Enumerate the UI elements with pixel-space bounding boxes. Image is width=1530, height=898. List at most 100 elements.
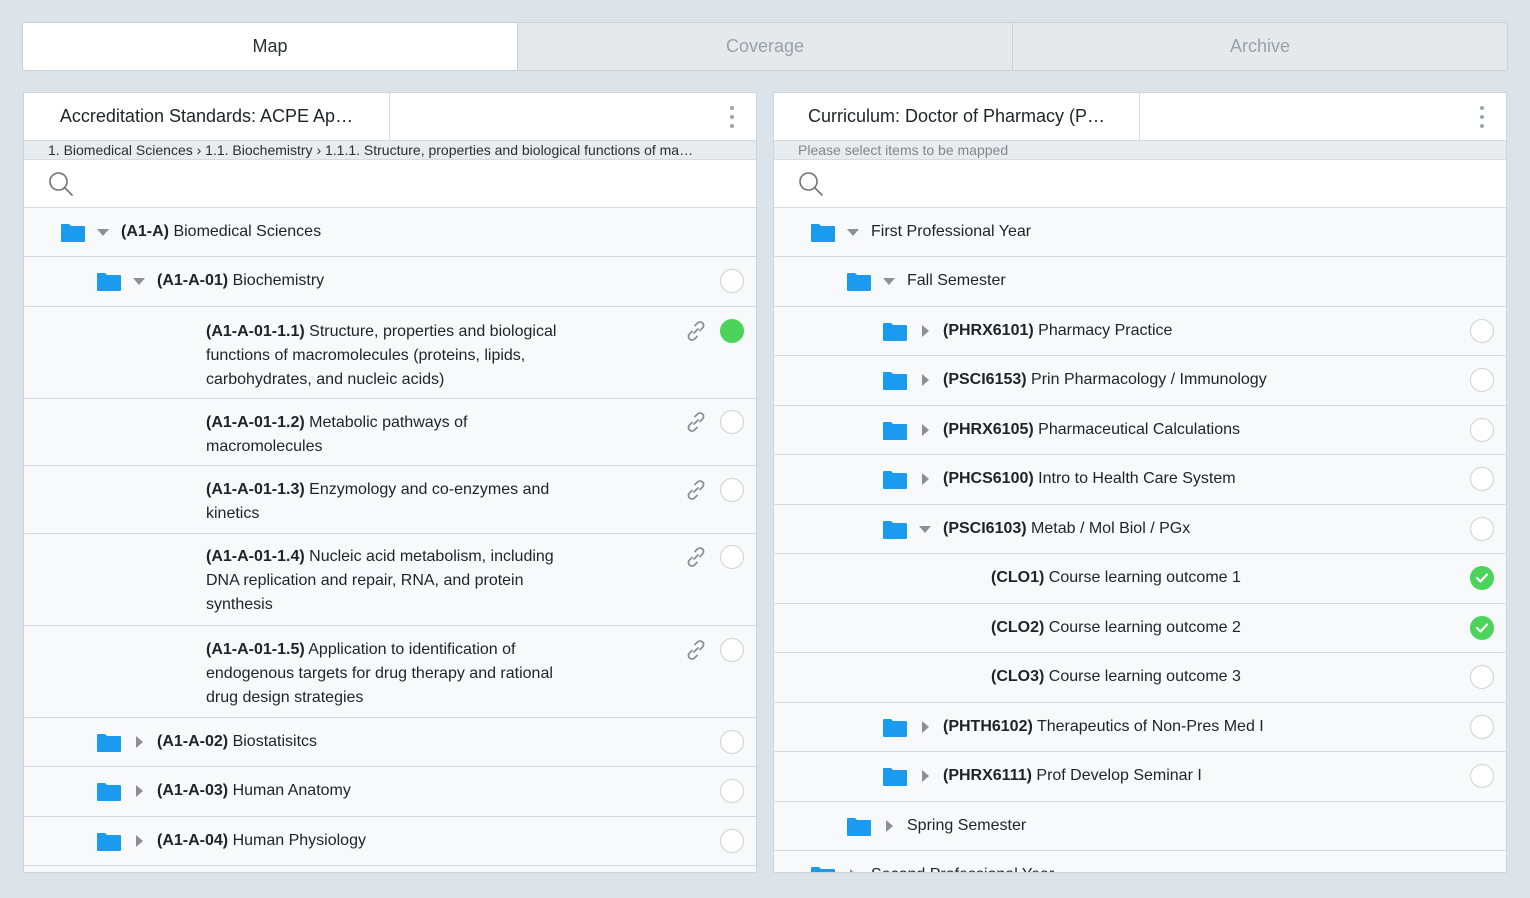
tree-row[interactable]: (PHCS6100) Intro to Health Care System [774,455,1506,505]
tree-row[interactable]: (PSCI6103) Metab / Mol Biol / PGx [774,505,1506,554]
tree-row-label: (A1-A-01) Biochemistry [157,272,325,289]
curriculum-search-input[interactable] [834,163,1506,204]
tree-row[interactable]: (A1-A-01-1.5) Application to identificat… [24,626,756,718]
collapse-caret-icon[interactable] [918,522,932,536]
folder-icon [97,833,121,851]
tree-row[interactable]: (A1-A-01) Biochemistry [24,257,756,307]
curriculum-hint: Please select items to be mapped [774,141,1506,160]
select-circle[interactable] [1470,665,1494,689]
tab-archive[interactable]: Archive [1013,23,1507,70]
select-circle[interactable] [1470,467,1494,491]
tree-row-label: (A1-A) Biomedical Sciences [121,223,322,240]
folder-icon [883,521,907,539]
standards-menu-kebab-icon[interactable] [708,93,756,140]
expand-caret-icon[interactable] [918,373,932,387]
curriculum-panel: Curriculum: Doctor of Pharmacy (P… Pleas… [773,92,1507,873]
folder-icon [847,818,871,836]
tree-row[interactable]: (A1-A-01-1.1) Structure, properties and … [24,307,756,399]
expand-caret-icon[interactable] [918,324,932,338]
expand-caret-icon[interactable] [132,834,146,848]
collapse-caret-icon[interactable] [882,274,896,288]
tree-row-partial [24,866,756,872]
tree-row[interactable]: Fall Semester [774,257,1506,307]
view-tabs: Map Coverage Archive [22,22,1508,71]
folder-icon [883,768,907,786]
tree-row[interactable]: (A1-A-03) Human Anatomy [24,767,756,817]
select-circle[interactable] [1470,368,1494,392]
tree-row[interactable]: (CLO3) Course learning outcome 3 [774,653,1506,703]
tree-row[interactable]: (A1-A-04) Human Physiology [24,817,756,866]
expand-caret-icon[interactable] [846,868,860,872]
tree-row-label: (A1-A-02) Biostatisitcs [157,733,318,750]
tree-row[interactable]: First Professional Year [774,208,1506,257]
folder-icon [883,719,907,737]
select-circle-selected[interactable] [720,319,744,343]
expand-caret-icon[interactable] [918,423,932,437]
folder-icon [97,273,121,291]
link-icon[interactable] [684,478,708,502]
select-circle[interactable] [1470,319,1494,343]
select-circle[interactable] [720,779,744,803]
curriculum-panel-header: Curriculum: Doctor of Pharmacy (P… [774,93,1506,141]
standards-panel-header: Accreditation Standards: ACPE Ap… [24,93,756,141]
expand-caret-icon[interactable] [918,769,932,783]
tree-row-label: Second Professional Year [871,863,1054,872]
tree-row[interactable]: (PHRX6111) Prof Develop Seminar I [774,752,1506,802]
select-circle[interactable] [1470,715,1494,739]
link-icon[interactable] [684,638,708,662]
link-icon[interactable] [684,545,708,569]
tree-row[interactable]: (PHTH6102) Therapeutics of Non-Pres Med … [774,703,1506,752]
select-circle[interactable] [720,730,744,754]
collapse-caret-icon[interactable] [96,225,110,239]
select-circle[interactable] [1470,517,1494,541]
link-icon[interactable] [684,410,708,434]
folder-icon [61,224,85,242]
tree-row-label: (A1-A-01-1.4) Nucleic acid metabolism, i… [206,548,554,613]
tree-row-label: Spring Semester [907,817,1027,834]
tree-row[interactable]: (A1-A-01-1.2) Metabolic pathways of macro… [24,399,756,466]
select-circle[interactable] [720,410,744,434]
collapse-caret-icon[interactable] [846,225,860,239]
tree-row-label: (A1-A-01-1.1) Structure, properties and … [206,323,557,388]
tree-row-label: (CLO3) Course learning outcome 3 [991,668,1241,685]
expand-caret-icon[interactable] [918,472,932,486]
folder-icon [883,422,907,440]
standards-breadcrumb: 1. Biomedical Sciences › 1.1. Biochemist… [24,141,756,160]
selected-check-icon[interactable] [1470,566,1494,590]
tree-row-label: (PSCI6103) Metab / Mol Biol / PGx [943,520,1191,537]
folder-icon [847,273,871,291]
tab-map[interactable]: Map [23,23,518,70]
select-circle[interactable] [1470,418,1494,442]
tree-row[interactable]: (A1-A-01-1.4) Nucleic acid metabolism, i… [24,534,756,626]
expand-caret-icon[interactable] [918,720,932,734]
link-icon[interactable] [684,319,708,343]
tree-row[interactable]: Spring Semester [774,802,1506,851]
tree-row[interactable]: (A1-A) Biomedical Sciences [24,208,756,257]
collapse-caret-icon[interactable] [132,274,146,288]
tree-row[interactable]: Second Professional Year [774,851,1506,872]
curriculum-panel-title[interactable]: Curriculum: Doctor of Pharmacy (P… [774,93,1140,140]
tree-row[interactable]: (A1-A-01-1.3) Enzymology and co-enzymes … [24,466,756,534]
standards-search-input[interactable] [84,163,756,204]
select-circle[interactable] [720,829,744,853]
expand-caret-icon[interactable] [132,784,146,798]
tree-row[interactable]: (CLO2) Course learning outcome 2 [774,604,1506,653]
standards-panel-title[interactable]: Accreditation Standards: ACPE Ap… [24,93,390,140]
expand-caret-icon[interactable] [132,735,146,749]
curriculum-menu-kebab-icon[interactable] [1458,93,1506,140]
tree-row[interactable]: (CLO1) Course learning outcome 1 [774,554,1506,604]
tree-row[interactable]: (A1-A-02) Biostatisitcs [24,718,756,767]
select-circle[interactable] [720,269,744,293]
select-circle[interactable] [1470,764,1494,788]
tree-row[interactable]: (PSCI6153) Prin Pharmacology / Immunolog… [774,356,1506,406]
selected-check-icon[interactable] [1470,616,1494,640]
select-circle[interactable] [720,545,744,569]
select-circle[interactable] [720,638,744,662]
tree-row-label: (A1-A-01-1.2) Metabolic pathways of macro… [206,414,468,455]
select-circle[interactable] [720,478,744,502]
folder-icon [811,224,835,242]
tree-row[interactable]: (PHRX6101) Pharmacy Practice [774,307,1506,356]
tab-coverage[interactable]: Coverage [518,23,1013,70]
expand-caret-icon[interactable] [882,819,896,833]
tree-row[interactable]: (PHRX6105) Pharmaceutical Calculations [774,406,1506,455]
